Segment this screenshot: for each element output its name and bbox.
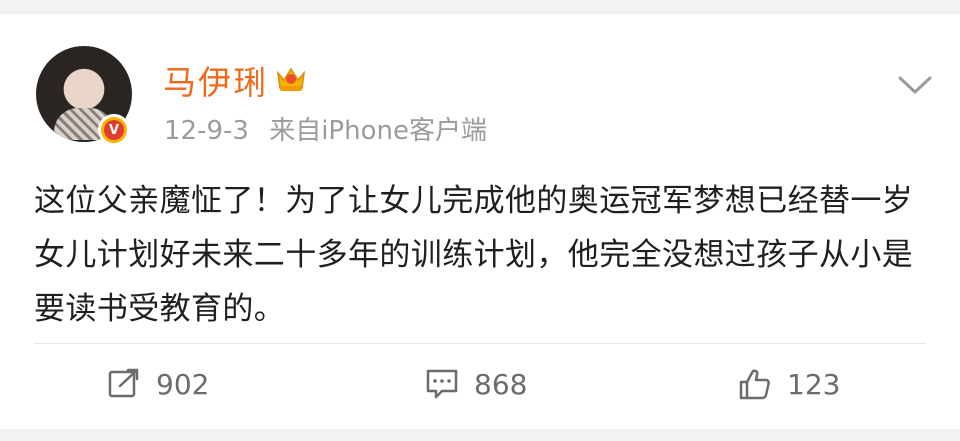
chevron-down-icon[interactable] — [897, 74, 933, 96]
repost-count: 902 — [156, 367, 210, 401]
repost-button[interactable]: 902 — [106, 362, 209, 406]
like-count: 123 — [787, 367, 841, 401]
comment-count: 868 — [474, 367, 528, 401]
crown-icon — [276, 67, 306, 91]
comment-button[interactable]: 868 — [424, 362, 527, 406]
post-meta: 12-9-3 来自iPhone客户端 — [164, 110, 487, 147]
share-icon — [108, 368, 139, 398]
post-content: 这位父亲魔怔了！为了让女儿完成他的奥运冠军梦想已经替一岁女儿计划好未来二十多年的… — [34, 183, 914, 327]
verified-badge-label: V — [104, 120, 124, 140]
post-date: 12-9-3 — [164, 116, 249, 146]
weibo-post-card: V 马伊琍 12-9-3 来自iPhone客户端 这位父亲魔怔了！为了让女儿完成… — [0, 14, 960, 429]
thumbs-up-icon — [739, 369, 770, 400]
verified-badge: V — [98, 114, 130, 146]
post-source: 来自iPhone客户端 — [269, 116, 487, 146]
comment-icon — [426, 369, 458, 399]
divider — [34, 343, 926, 344]
author-name[interactable]: 马伊琍 — [163, 56, 268, 104]
like-button[interactable]: 123 — [737, 362, 840, 406]
